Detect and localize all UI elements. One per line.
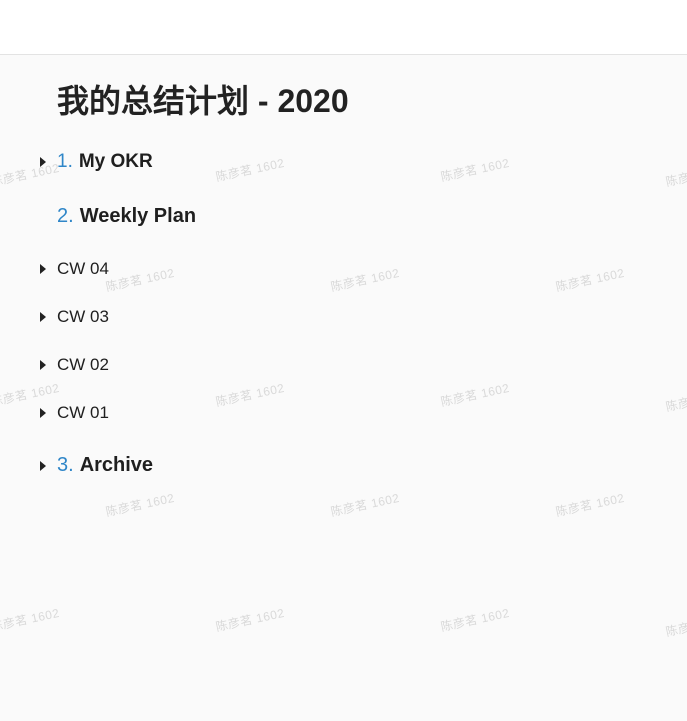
watermark-text: 陈彦茗 1602 xyxy=(664,611,687,640)
watermark-text: 陈彦茗 1602 xyxy=(329,265,401,295)
section-label: My OKR xyxy=(78,151,153,172)
caret-right-icon[interactable] xyxy=(40,259,57,279)
watermark-text: 陈彦茗 1602 xyxy=(664,386,687,415)
outline-item-cw-02[interactable]: CW 02 xyxy=(40,355,109,375)
caret-right-icon[interactable] xyxy=(40,307,57,327)
watermark-text: 陈彦茗 1602 xyxy=(329,490,401,520)
outline-item-label: CW 04 xyxy=(57,259,109,278)
caret-right-icon[interactable] xyxy=(40,456,57,476)
document-page: 陈彦茗 1602 陈彦茗 1602 陈彦茗 1602 陈彦茗 1602 陈彦茗 … xyxy=(0,0,687,721)
watermark-text: 陈彦茗 1602 xyxy=(0,605,61,635)
outline-item-label: CW 03 xyxy=(57,307,109,326)
watermark-text: 陈彦茗 1602 xyxy=(439,605,511,635)
watermark-text: 陈彦茗 1602 xyxy=(214,380,286,410)
section-number: 3. xyxy=(57,454,74,476)
watermark-text: 陈彦茗 1602 xyxy=(439,380,511,410)
outline-heading-archive[interactable]: 3. Archive xyxy=(40,454,153,477)
top-toolbar xyxy=(0,0,687,55)
section-label: Archive xyxy=(79,454,154,476)
watermark-text: 陈彦茗 1602 xyxy=(554,265,626,295)
watermark-text: 陈彦茗 1602 xyxy=(554,490,626,520)
page-title: 我的总结计划 - 2020 xyxy=(57,83,349,119)
caret-right-icon[interactable] xyxy=(40,355,57,375)
watermark-text: 陈彦茗 1602 xyxy=(104,265,176,295)
outline-heading-weekly-plan[interactable]: 2. Weekly Plan xyxy=(40,205,196,228)
outline-item-cw-03[interactable]: CW 03 xyxy=(40,307,109,327)
outline-item-label: CW 02 xyxy=(57,355,109,374)
outline-item-cw-04[interactable]: CW 04 xyxy=(40,259,109,279)
outline-item-label: CW 01 xyxy=(57,403,109,422)
section-number: 1. xyxy=(57,151,73,172)
caret-right-icon[interactable] xyxy=(40,152,57,172)
watermark-text: 陈彦茗 1602 xyxy=(104,490,176,520)
watermark-text: 陈彦茗 1602 xyxy=(664,161,687,190)
section-number: 2. xyxy=(57,205,74,227)
watermark-text: 陈彦茗 1602 xyxy=(439,155,511,185)
outline-item-cw-01[interactable]: CW 01 xyxy=(40,403,109,423)
watermark-text: 陈彦茗 1602 xyxy=(214,155,286,185)
outline-heading-my-okr[interactable]: 1. My OKR xyxy=(40,151,153,173)
section-label: Weekly Plan xyxy=(79,205,197,227)
caret-right-icon[interactable] xyxy=(40,403,57,423)
watermark-text: 陈彦茗 1602 xyxy=(214,605,286,635)
